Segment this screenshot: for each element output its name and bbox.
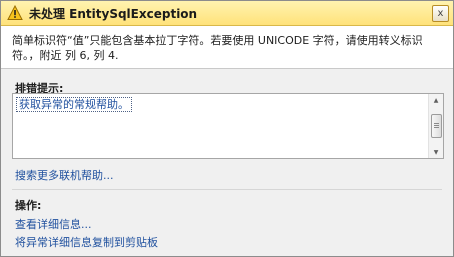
close-icon: x <box>437 7 444 19</box>
thumb-grip-line <box>434 123 439 124</box>
exception-message: 简单标识符“值”只能包含基本拉丁字符。若要使用 UNICODE 字符，请使用转义… <box>12 34 423 62</box>
copy-exception-details-link[interactable]: 将异常详细信息复制到剪贴板 <box>15 234 158 250</box>
thumb-grip-line <box>434 125 439 126</box>
search-more-help-link[interactable]: 搜索更多联机帮助... <box>15 167 114 183</box>
thumb-grip-line <box>434 127 439 128</box>
view-details-link[interactable]: 查看详细信息... <box>15 216 92 232</box>
dialog-title: 未处理 EntitySqlException <box>29 6 198 21</box>
divider <box>12 189 442 190</box>
exception-message-panel: 简单标识符“值”只能包含基本拉丁字符。若要使用 UNICODE 字符，请使用转义… <box>1 26 453 69</box>
close-button[interactable]: x <box>432 5 449 22</box>
scrollbar[interactable]: ▲ ▼ <box>428 94 443 158</box>
warning-icon <box>7 5 23 20</box>
general-help-link[interactable]: 获取异常的常规帮助。 <box>16 97 132 112</box>
exception-dialog: 未处理 EntitySqlException x 简单标识符“值”只能包含基本拉… <box>0 0 454 257</box>
scroll-down-arrow-icon[interactable]: ▼ <box>429 146 443 158</box>
troubleshooting-tips-list: 获取异常的常规帮助。 ▲ ▼ <box>12 93 444 159</box>
title-bar: 未处理 EntitySqlException x <box>1 1 453 26</box>
scroll-up-arrow-icon[interactable]: ▲ <box>429 94 443 106</box>
scrollbar-thumb[interactable] <box>431 114 442 138</box>
actions-label: 操作: <box>15 199 42 212</box>
